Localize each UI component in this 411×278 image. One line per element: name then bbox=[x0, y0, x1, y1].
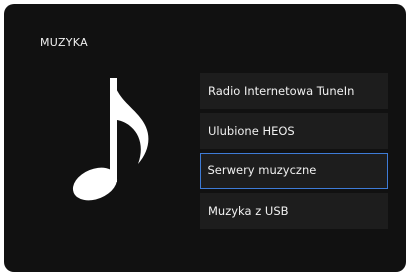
menu-item-label: Radio Internetowa TuneIn bbox=[208, 84, 355, 98]
music-note-icon bbox=[68, 76, 164, 206]
music-screen: MUZYKA Radio Internetowa TuneIn Ulubione… bbox=[4, 4, 406, 272]
menu-item-label: Ulubione HEOS bbox=[208, 124, 295, 138]
page-title: MUZYKA bbox=[40, 36, 88, 49]
menu-item-usb-music[interactable]: Muzyka z USB bbox=[200, 193, 388, 229]
source-menu: Radio Internetowa TuneIn Ulubione HEOS S… bbox=[200, 73, 388, 233]
menu-item-tunein-radio[interactable]: Radio Internetowa TuneIn bbox=[200, 73, 388, 109]
menu-item-label: Serwery muzyczne bbox=[207, 163, 317, 177]
menu-item-label: Muzyka z USB bbox=[208, 204, 289, 218]
menu-item-music-servers[interactable]: Serwery muzyczne bbox=[200, 153, 388, 189]
menu-item-heos-favorites[interactable]: Ulubione HEOS bbox=[200, 113, 388, 149]
